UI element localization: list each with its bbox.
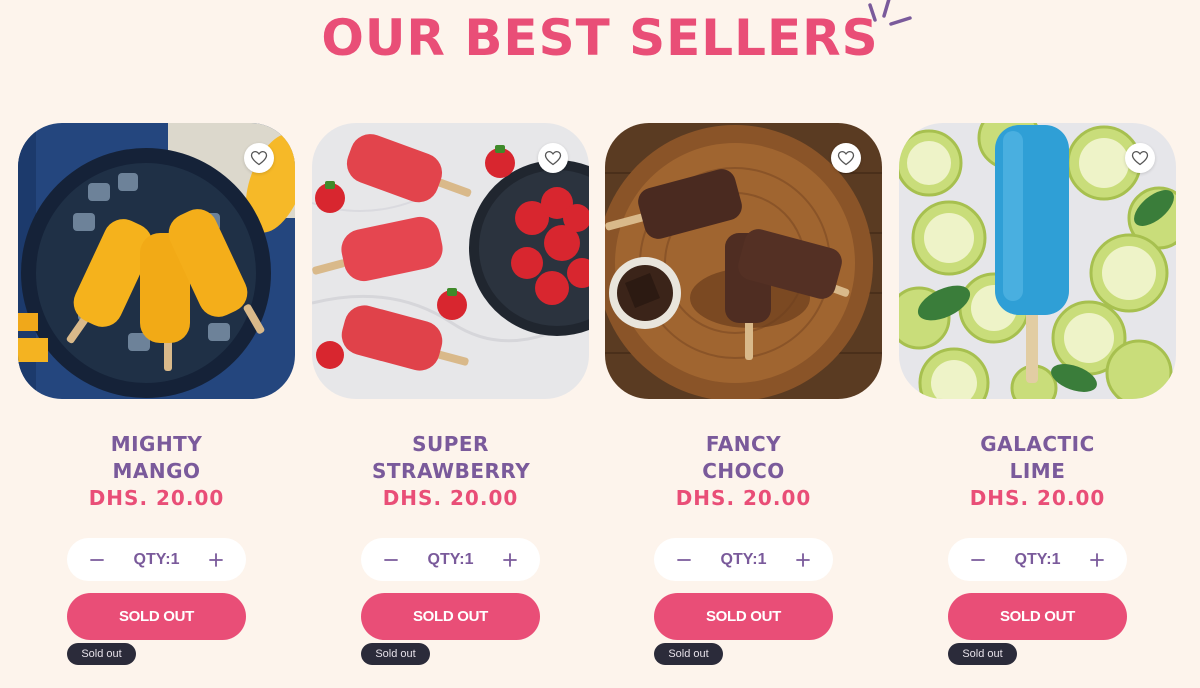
- product-image[interactable]: [605, 123, 882, 399]
- qty-label: QTY:1: [1014, 550, 1061, 568]
- sold-out-badge: Sold out: [654, 643, 723, 665]
- sold-out-button[interactable]: SOLD OUT: [361, 593, 540, 640]
- product-card: MIGHTY MANGO DHS. 20.00 QTY:1 SOLD OUT S…: [18, 123, 295, 683]
- quantity-stepper: QTY:1: [67, 538, 246, 581]
- product-name[interactable]: MIGHTY MANGO: [18, 431, 295, 485]
- sparkle-icon: [867, 0, 912, 26]
- decrease-qty-button[interactable]: [379, 548, 403, 572]
- minus-icon: [90, 558, 104, 561]
- qty-label: QTY:1: [720, 550, 767, 568]
- product-card: FANCY CHOCO DHS. 20.00 QTY:1 SOLD OUT So…: [605, 123, 882, 683]
- product-price: DHS. 20.00: [382, 486, 519, 510]
- product-image[interactable]: [899, 123, 1176, 399]
- sold-out-button[interactable]: SOLD OUT: [948, 593, 1127, 640]
- favorite-button[interactable]: [1125, 143, 1155, 173]
- minus-icon: [677, 558, 691, 561]
- product-name[interactable]: GALACTIC LIME: [899, 431, 1176, 485]
- increase-qty-button[interactable]: [1085, 548, 1109, 572]
- product-card: SUPER STRAWBERRY DHS. 20.00 QTY:1 SOLD O…: [312, 123, 589, 683]
- plus-icon: [209, 552, 223, 567]
- sold-out-button[interactable]: SOLD OUT: [654, 593, 833, 640]
- product-price: DHS. 20.00: [88, 486, 225, 510]
- product-grid: MIGHTY MANGO DHS. 20.00 QTY:1 SOLD OUT S…: [18, 123, 1194, 683]
- favorite-button[interactable]: [831, 143, 861, 173]
- favorite-button[interactable]: [538, 143, 568, 173]
- increase-qty-button[interactable]: [498, 548, 522, 572]
- minus-icon: [971, 558, 985, 561]
- product-card: GALACTIC LIME DHS. 20.00 QTY:1 SOLD OUT …: [899, 123, 1176, 683]
- favorite-button[interactable]: [244, 143, 274, 173]
- quantity-stepper: QTY:1: [654, 538, 833, 581]
- product-name[interactable]: SUPER STRAWBERRY: [312, 431, 589, 485]
- section-title-text: OUR BEST SELLERS: [321, 9, 879, 67]
- increase-qty-button[interactable]: [791, 548, 815, 572]
- heart-icon: [1131, 150, 1149, 166]
- sold-out-badge: Sold out: [361, 643, 430, 665]
- section-header: OUR BEST SELLERS: [0, 0, 1200, 68]
- quantity-stepper: QTY:1: [948, 538, 1127, 581]
- sold-out-button[interactable]: SOLD OUT: [67, 593, 246, 640]
- minus-icon: [384, 558, 398, 561]
- heart-icon: [544, 150, 562, 166]
- decrease-qty-button[interactable]: [966, 548, 990, 572]
- decrease-qty-button[interactable]: [672, 548, 696, 572]
- quantity-stepper: QTY:1: [361, 538, 540, 581]
- plus-icon: [796, 552, 810, 567]
- product-price: DHS. 20.00: [675, 486, 812, 510]
- plus-icon: [503, 552, 517, 567]
- product-image[interactable]: [18, 123, 295, 399]
- sold-out-badge: Sold out: [67, 643, 136, 665]
- section-title: OUR BEST SELLERS: [321, 0, 912, 68]
- increase-qty-button[interactable]: [204, 548, 228, 572]
- product-name[interactable]: FANCY CHOCO: [605, 431, 882, 485]
- plus-icon: [1090, 552, 1104, 567]
- sold-out-badge: Sold out: [948, 643, 1017, 665]
- decrease-qty-button[interactable]: [85, 548, 109, 572]
- heart-icon: [837, 150, 855, 166]
- product-price: DHS. 20.00: [969, 486, 1106, 510]
- qty-label: QTY:1: [133, 550, 180, 568]
- qty-label: QTY:1: [427, 550, 474, 568]
- heart-icon: [250, 150, 268, 166]
- product-image[interactable]: [312, 123, 589, 399]
